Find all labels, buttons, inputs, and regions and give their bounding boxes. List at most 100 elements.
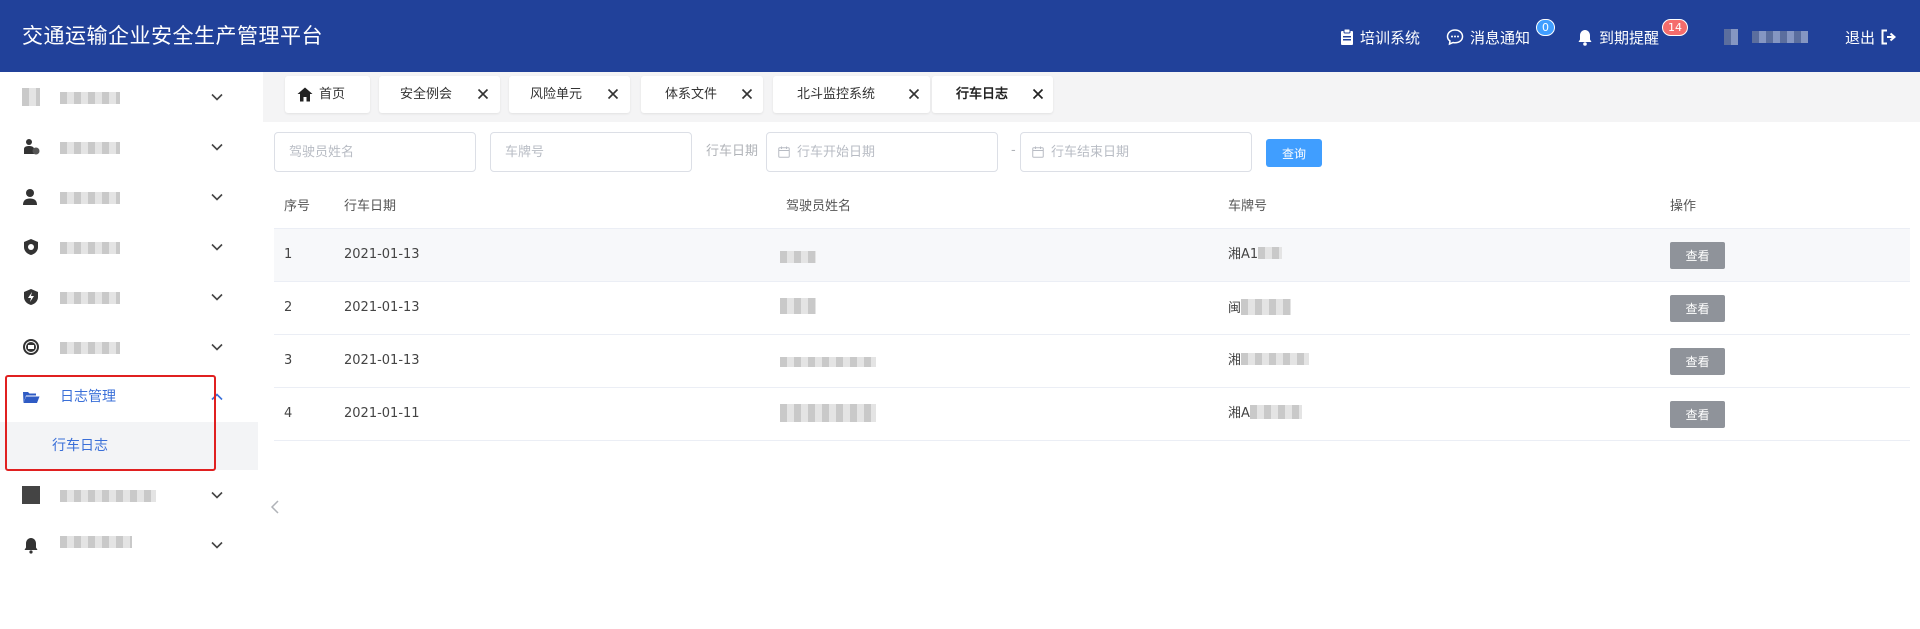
sidebar-menu-6[interactable] xyxy=(0,322,258,372)
column-header-driver: 驾驶员姓名 xyxy=(786,199,852,214)
tab-safety-meeting[interactable]: 安全例会 xyxy=(379,76,500,113)
user-name xyxy=(1752,31,1808,43)
view-button[interactable]: 查看 xyxy=(1670,295,1725,322)
bell-icon xyxy=(24,538,38,554)
column-header-index: 序号 xyxy=(284,199,311,214)
plate-number-input[interactable] xyxy=(490,132,692,172)
cell-plate-redacted xyxy=(1258,247,1283,259)
close-icon[interactable] xyxy=(607,88,619,100)
tab-system-documents[interactable]: 体系文件 xyxy=(641,76,763,113)
view-button[interactable]: 查看 xyxy=(1670,401,1725,428)
sidebar-menu-3-label xyxy=(60,192,120,204)
cell-index: 3 xyxy=(284,353,293,368)
table-row: 1 2021-01-13 湘A1 查看 xyxy=(274,229,1910,282)
chevron-left-icon[interactable] xyxy=(269,499,281,515)
sidebar-menu-5[interactable] xyxy=(0,272,258,322)
sidebar-subitem-driving-log[interactable]: 行车日志 xyxy=(0,422,258,470)
expiry-reminder-link[interactable]: 到期提醒 14 xyxy=(1577,19,1688,50)
expiry-reminder-label: 到期提醒 xyxy=(1599,28,1660,47)
square-icon xyxy=(22,486,40,504)
messages-link[interactable]: 消息通知 0 xyxy=(1446,19,1555,50)
cell-date: 2021-01-13 xyxy=(344,300,420,315)
tab-beidou-monitoring[interactable]: 北斗监控系统 xyxy=(773,76,930,113)
cell-plate: 湘A1 xyxy=(1228,246,1283,264)
tab-home[interactable]: 首页 xyxy=(285,76,370,113)
sidebar-menu-log-management[interactable]: 日志管理 xyxy=(0,372,258,422)
tab-driving-log-label: 行车日志 xyxy=(956,87,1009,102)
start-date-input[interactable] xyxy=(766,132,998,172)
chevron-down-icon xyxy=(211,193,223,201)
messages-label: 消息通知 xyxy=(1470,28,1531,47)
calendar-icon xyxy=(1032,146,1044,158)
cell-plate-prefix: 湘A xyxy=(1228,406,1250,421)
logout-label: 退出 xyxy=(1845,28,1876,47)
column-header-date: 行车日期 xyxy=(344,199,397,214)
driver-name-input[interactable] xyxy=(274,132,476,172)
close-icon[interactable] xyxy=(1032,88,1044,100)
clipboard-icon xyxy=(1341,29,1353,45)
chevron-down-icon xyxy=(211,343,223,351)
query-button[interactable]: 查询 xyxy=(1266,139,1322,167)
sidebar-menu-8-label xyxy=(60,490,156,502)
cell-index: 1 xyxy=(284,247,293,262)
cell-plate: 湘A xyxy=(1228,405,1302,423)
sidebar-menu-4[interactable] xyxy=(0,222,258,272)
close-icon[interactable] xyxy=(908,88,920,100)
tab-risk-unit[interactable]: 风险单元 xyxy=(509,76,630,113)
end-date-input[interactable] xyxy=(1020,132,1252,172)
tabs-bar: 首页 安全例会 风险单元 体系文件 北斗监控系统 行车日志 xyxy=(263,72,1920,122)
sidebar-menu-4-label xyxy=(60,242,120,254)
cell-plate: 闽 xyxy=(1228,299,1292,318)
cell-plate-prefix: 湘A1 xyxy=(1228,247,1259,262)
chevron-down-icon xyxy=(211,541,223,549)
sidebar-menu-1[interactable] xyxy=(0,72,258,122)
chat-bubble-icon xyxy=(1446,29,1464,46)
cell-plate-prefix: 湘 xyxy=(1228,353,1242,368)
sidebar-menu-2-label xyxy=(60,142,120,154)
logout-icon xyxy=(1881,29,1897,45)
tab-risk-unit-label: 风险单元 xyxy=(530,87,583,102)
view-button[interactable]: 查看 xyxy=(1670,348,1725,375)
sidebar-menu-8[interactable] xyxy=(0,470,258,520)
chevron-down-icon xyxy=(211,491,223,499)
driving-date-label: 行车日期 xyxy=(706,144,759,159)
sidebar-menu-2[interactable] xyxy=(0,122,258,172)
cell-plate-redacted xyxy=(1249,405,1302,419)
tab-driving-log[interactable]: 行车日志 xyxy=(932,76,1053,113)
table-row: 2 2021-01-13 闽 查看 xyxy=(274,282,1910,335)
chevron-up-icon xyxy=(211,393,223,401)
cell-date: 2021-01-13 xyxy=(344,353,420,368)
table-row: 3 2021-01-13 湘 查看 xyxy=(274,335,1910,388)
logout-button[interactable]: 退出 xyxy=(1845,24,1897,50)
folder-open-icon xyxy=(23,392,40,403)
cell-plate-prefix: 闽 xyxy=(1228,301,1242,316)
sidebar-menu-5-label xyxy=(60,292,120,304)
view-button[interactable]: 查看 xyxy=(1670,242,1725,269)
cell-plate-redacted xyxy=(1241,299,1292,315)
sidebar-menu-3[interactable] xyxy=(0,172,258,222)
cell-driver-redacted xyxy=(780,298,816,314)
column-header-plate: 车牌号 xyxy=(1228,199,1268,214)
shield-gear-icon xyxy=(24,239,38,255)
sidebar-menu-6-label xyxy=(60,342,120,354)
user-account[interactable] xyxy=(1724,24,1808,50)
calendar-icon xyxy=(778,146,790,158)
cell-plate-redacted xyxy=(1241,353,1310,365)
date-range-separator: - xyxy=(1011,143,1016,158)
sidebar-subitem-driving-log-label: 行车日志 xyxy=(52,438,108,454)
cell-driver-redacted xyxy=(780,357,876,367)
sidebar-menu-9[interactable] xyxy=(0,520,258,570)
sidebar-menu-9-label xyxy=(60,536,132,548)
column-header-action: 操作 xyxy=(1670,199,1697,214)
cell-date: 2021-01-13 xyxy=(344,247,420,262)
lightning-shield-icon xyxy=(24,289,38,305)
user-avatar xyxy=(1724,29,1738,45)
danger-badge-icon xyxy=(23,339,39,355)
close-icon[interactable] xyxy=(741,88,753,100)
table-header: 序号 行车日期 驾驶员姓名 车牌号 操作 xyxy=(274,186,1910,229)
training-system-link[interactable]: 培训系统 xyxy=(1340,24,1420,50)
chevron-down-icon xyxy=(211,143,223,151)
tab-system-documents-label: 体系文件 xyxy=(665,87,718,102)
close-icon[interactable] xyxy=(477,88,489,100)
chevron-down-icon xyxy=(211,93,223,101)
